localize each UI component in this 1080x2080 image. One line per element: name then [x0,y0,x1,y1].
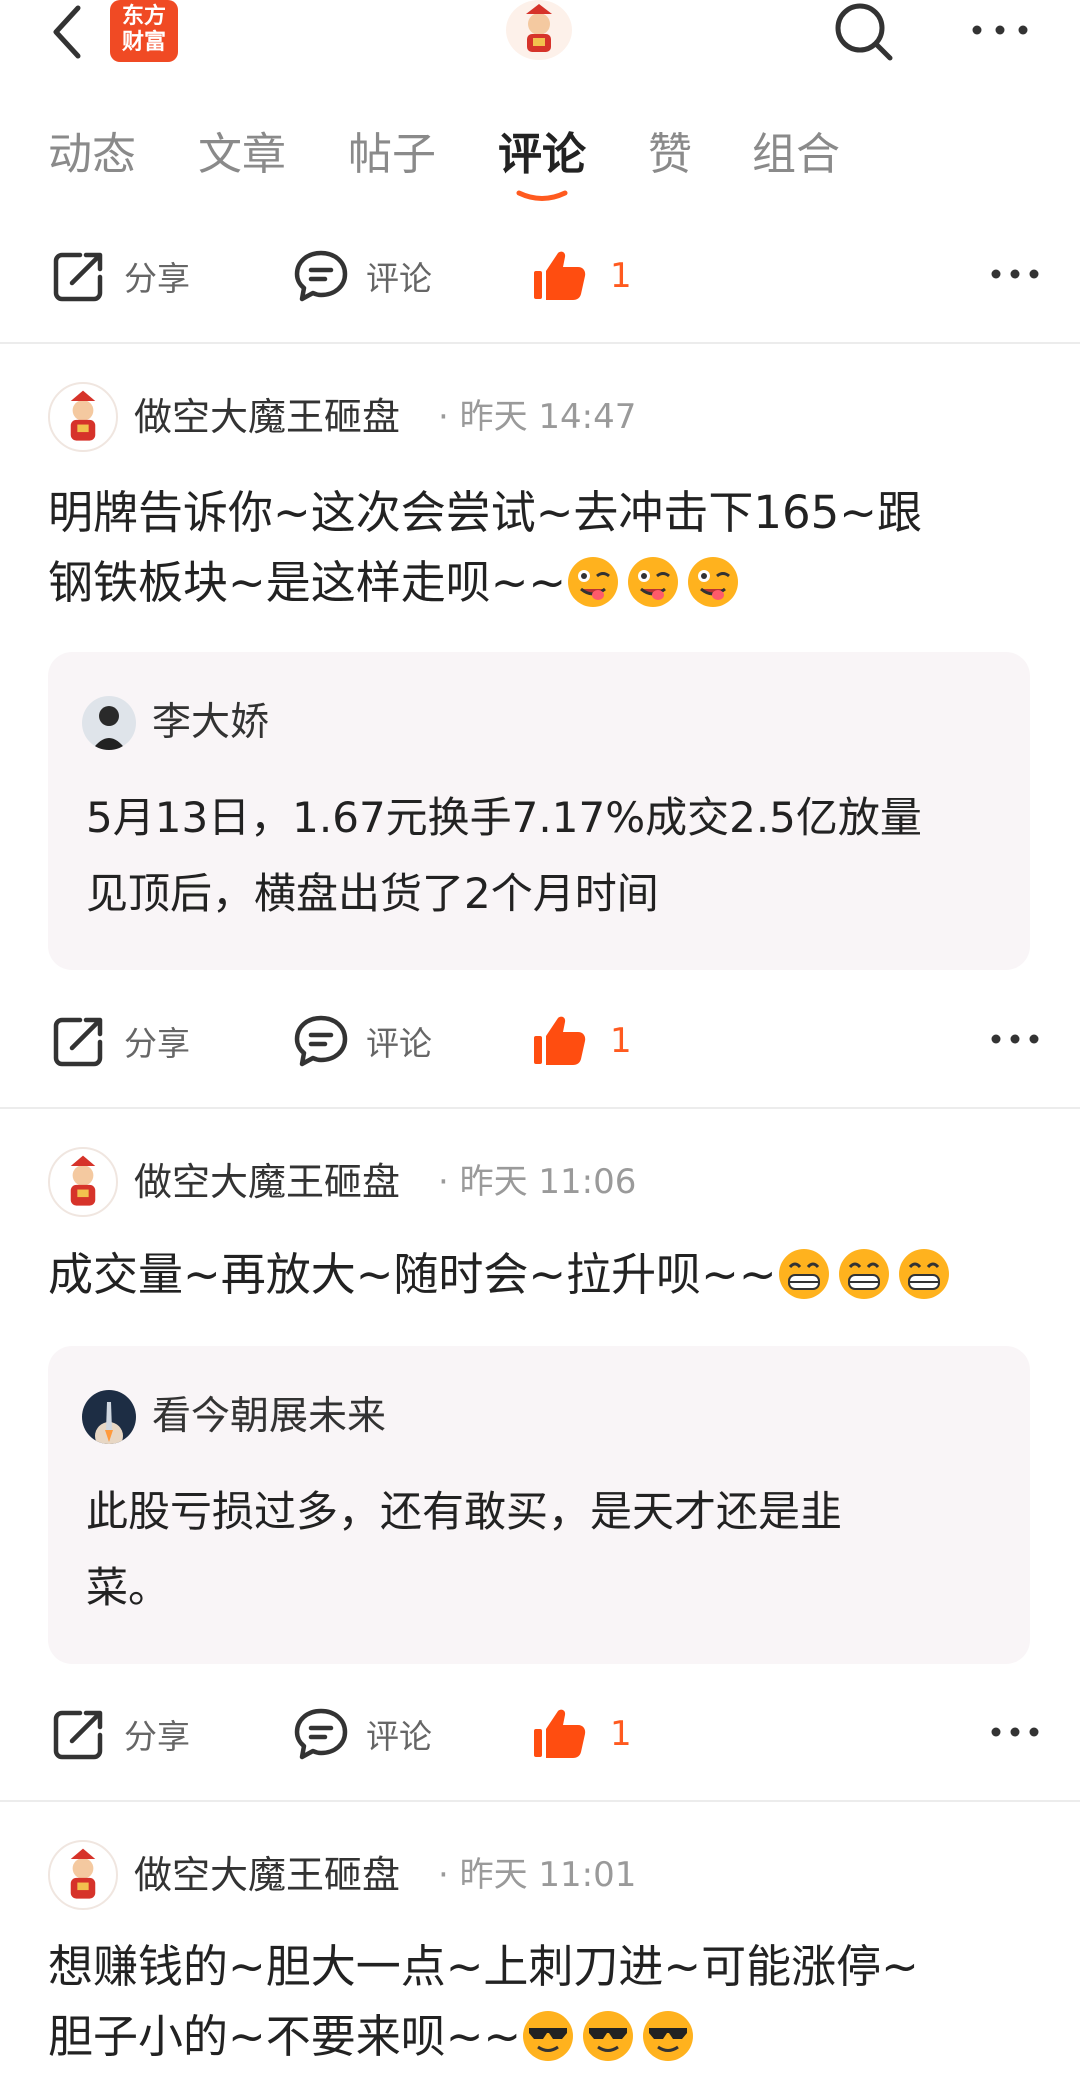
post-time: · 昨天 11:01 [438,1855,637,1895]
like-button[interactable]: 1 [530,996,632,1086]
quoted-author-avatar[interactable] [82,1390,136,1444]
comment-label: 评论 [366,1024,432,1063]
like-count: 1 [610,1021,632,1061]
comment-label: 评论 [366,1717,432,1756]
author-name[interactable]: 做空大魔王砸盘 [134,388,400,446]
tab-dynamics[interactable]: 动态 [48,125,136,185]
share-label: 分享 [124,259,190,298]
quoted-text-line: 菜。 [86,1563,171,1612]
wink-tongue-emoji-icon [688,557,739,607]
post-header: 做空大魔王砸盘 · 昨天 11:06 [48,1147,1048,1223]
more-menu-icon[interactable] [965,6,1035,56]
thumbs-up-icon [534,1709,586,1758]
quoted-text: 5月13日，1.67元换手7.17%成交2.5亿放量 见顶后，横盘出货了2个月时… [86,780,986,932]
like-button[interactable]: 1 [530,231,632,321]
comment-button[interactable]: 评论 [292,996,432,1086]
thumbs-up-icon [534,251,586,300]
comment-button[interactable]: 评论 [292,231,432,321]
wink-tongue-emoji-icon [628,557,679,607]
sunglasses-emoji-icon [643,2011,694,2061]
author-name[interactable]: 做空大魔王砸盘 [134,1153,400,1211]
comment-label: 评论 [366,259,432,298]
post-actions: 分享 评论 1 [0,1689,1080,1779]
tab-likes[interactable]: 赞 [648,125,692,185]
author-avatar[interactable] [48,1147,118,1217]
more-options-icon[interactable] [988,1717,1042,1747]
post-time: · 昨天 11:06 [438,1162,637,1202]
profile-avatar[interactable] [506,0,572,60]
wink-tongue-emoji-icon [568,557,619,607]
more-options-icon[interactable] [988,259,1042,289]
share-button[interactable]: 分享 [50,1689,190,1779]
tab-comments[interactable]: 评论 [498,125,586,185]
share-label: 分享 [124,1024,190,1063]
comment-icon [294,1708,348,1760]
post-text-line: 胆子小的~不要来呗~~ [48,2002,1028,2072]
post-text-line: 成交量~再放大~随时会~拉升呗~~ [48,1240,1028,1310]
share-icon [53,252,103,302]
quoted-author-name[interactable]: 李大娇 [152,696,269,750]
more-options-icon[interactable] [988,1024,1042,1054]
divider [0,1107,1080,1109]
grin-emoji-icon [838,1249,889,1299]
post-time: · 昨天 14:47 [438,397,637,437]
sunglasses-emoji-icon [583,2011,634,2061]
quoted-author-avatar[interactable] [82,696,136,750]
post-actions: 分享 评论 1 [0,996,1080,1086]
quoted-text-line: 此股亏损过多，还有敢买，是天才还是韭 [86,1487,843,1536]
quoted-text: 此股亏损过多，还有敢买，是天才还是韭 菜。 [86,1474,986,1626]
thumbs-up-icon [534,1016,586,1065]
post-text-line: 想赚钱的~胆大一点~上刺刀进~可能涨停~ [48,1940,919,1993]
comment-icon [294,1015,348,1067]
like-count: 1 [610,1714,632,1754]
share-icon [53,1710,103,1760]
search-icon[interactable] [830,0,900,64]
tab-posts[interactable]: 帖子 [348,125,436,185]
post-header: 做空大魔王砸盘 · 昨天 11:01 [48,1840,1048,1916]
back-icon[interactable] [48,4,88,60]
post-text-segment: 胆子小的~不要来呗~~ [48,2010,522,2063]
post-actions: 分享 评论 1 [0,231,1080,321]
divider [0,342,1080,344]
share-button[interactable]: 分享 [50,231,190,321]
post-text-line: 钢铁板块~是这样走呗~~ [48,548,1028,618]
author-name[interactable]: 做空大魔王砸盘 [134,1846,400,1904]
post-content: 想赚钱的~胆大一点~上刺刀进~可能涨停~ 胆子小的~不要来呗~~ [48,1932,1028,2072]
post-text-line: 明牌告诉你~这次会尝试~去冲击下165~跟 [48,486,923,539]
grin-emoji-icon [898,1249,949,1299]
active-tab-indicator [516,190,568,201]
sunglasses-emoji-icon [523,2011,574,2061]
quoted-text-line: 5月13日，1.67元换手7.17%成交2.5亿放量 [86,793,922,842]
divider [0,1800,1080,1802]
author-avatar[interactable] [48,382,118,452]
app-logo: 东方 财富 [110,0,178,62]
share-icon [53,1017,103,1067]
tab-portfolios[interactable]: 组合 [752,125,840,185]
share-label: 分享 [124,1717,190,1756]
like-button[interactable]: 1 [530,1689,632,1779]
comment-button[interactable]: 评论 [292,1689,432,1779]
quoted-comment[interactable]: 看今朝展未来 此股亏损过多，还有敢买，是天才还是韭 菜。 [48,1346,1030,1664]
post-content: 明牌告诉你~这次会尝试~去冲击下165~跟 钢铁板块~是这样走呗~~ [48,478,1028,618]
post-content: 成交量~再放大~随时会~拉升呗~~ [48,1240,1028,1310]
post-header: 做空大魔王砸盘 · 昨天 14:47 [48,382,1048,458]
quoted-comment[interactable]: 李大娇 5月13日，1.67元换手7.17%成交2.5亿放量 见顶后，横盘出货了… [48,652,1030,970]
post-text-segment: 钢铁板块~是这样走呗~~ [48,556,567,609]
tab-articles[interactable]: 文章 [198,125,286,185]
grin-emoji-icon [778,1249,829,1299]
quoted-text-line: 见顶后，横盘出货了2个月时间 [86,869,659,918]
share-button[interactable]: 分享 [50,996,190,1086]
comment-icon [294,250,348,302]
top-bar: 东方 财富 [0,0,1080,70]
post-text-segment: 成交量~再放大~随时会~拉升呗~~ [48,1248,777,1301]
quoted-author-name[interactable]: 看今朝展未来 [152,1390,386,1444]
author-avatar[interactable] [48,1840,118,1910]
like-count: 1 [610,256,632,296]
